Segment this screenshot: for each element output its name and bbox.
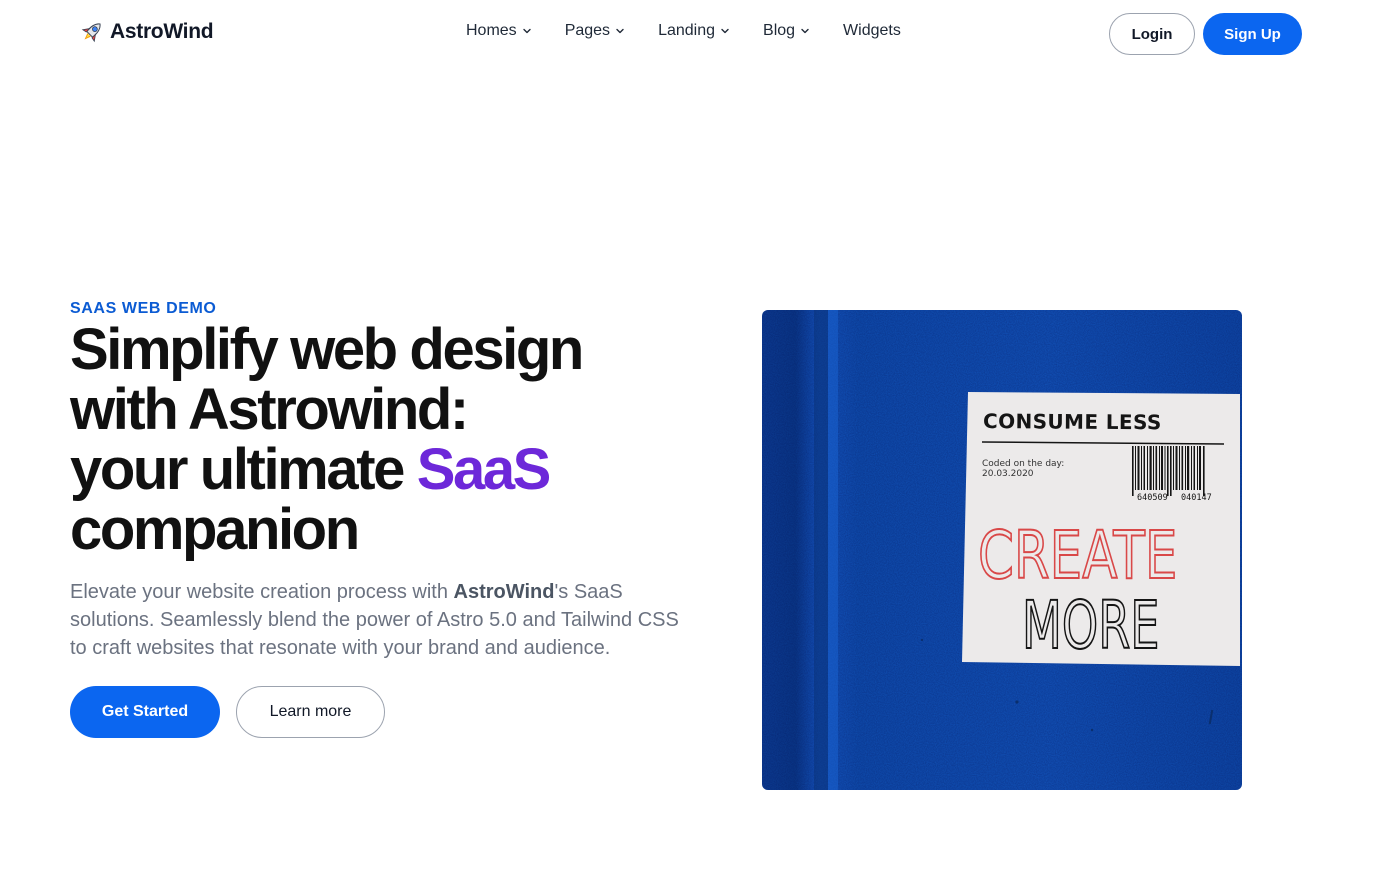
nav-item-landing[interactable]: Landing [658,22,730,40]
sticker-heading: CONSUME LESS [983,409,1162,434]
hero-title-highlight: SaaS [416,437,552,502]
chevron-down-icon [801,28,809,34]
site-header: AstroWind Homes Pages Landing Blog Widge… [0,0,1374,68]
get-started-button[interactable]: Get Started [70,686,220,738]
nav-item-label: Pages [564,22,611,39]
word-more: MORE [1022,588,1159,664]
main-nav: Homes Pages Landing Blog Widgets [466,22,901,40]
hero-description-text: Elevate your website creation process wi… [70,581,454,603]
rocket-icon [81,23,101,43]
chevron-down-icon [522,28,531,34]
wall-highlight [828,310,838,790]
nav-item-label: Blog [763,22,796,39]
nav-item-label: Homes [466,22,517,39]
chevron-down-icon [721,28,729,34]
hero-tagline: SAAS WEB DEMO [70,300,217,317]
hero-title-line: your ultimate [70,437,417,502]
hero-title-line: with Astrowind: [70,377,469,442]
hero-title: Simplify web design with Astrowind: your u… [70,320,710,560]
nav-item-label: Widgets [843,22,901,39]
chevron-down-icon [616,28,624,34]
barcode-number-right: 040147 [1181,493,1212,503]
coded-label: Coded on the day: [982,459,1064,469]
hero-title-line: Simplify web design [70,317,584,382]
hero-image-art: CONSUME LESS Coded on the day: 20.03.202… [762,310,1242,790]
learn-more-button[interactable]: Learn more [236,686,385,738]
hero-image: CONSUME LESS Coded on the day: 20.03.202… [762,310,1242,790]
hero-title-line: companion [70,497,360,562]
hero-description-brand: AstroWind [453,581,555,603]
nav-item-homes[interactable]: Homes [466,22,532,40]
nav-item-pages[interactable]: Pages [565,22,625,40]
brand-logo-link[interactable]: AstroWind [79,19,214,45]
nav-item-blog[interactable]: Blog [763,22,810,40]
word-create: CREATE [978,517,1177,594]
barcode-number-left: 640509 [1137,493,1168,503]
signup-button[interactable]: Sign Up [1203,13,1302,55]
nav-item-widgets[interactable]: Widgets [843,22,901,40]
wall-shadow [814,310,828,790]
nav-item-label: Landing [658,22,716,39]
coded-date: 20.03.2020 [982,469,1034,479]
hero-description: Elevate your website creation process wi… [70,578,690,662]
sticker: CONSUME LESS Coded on the day: 20.03.202… [962,392,1240,666]
login-button[interactable]: Login [1109,13,1195,55]
brand-name: AstroWind [110,20,214,43]
